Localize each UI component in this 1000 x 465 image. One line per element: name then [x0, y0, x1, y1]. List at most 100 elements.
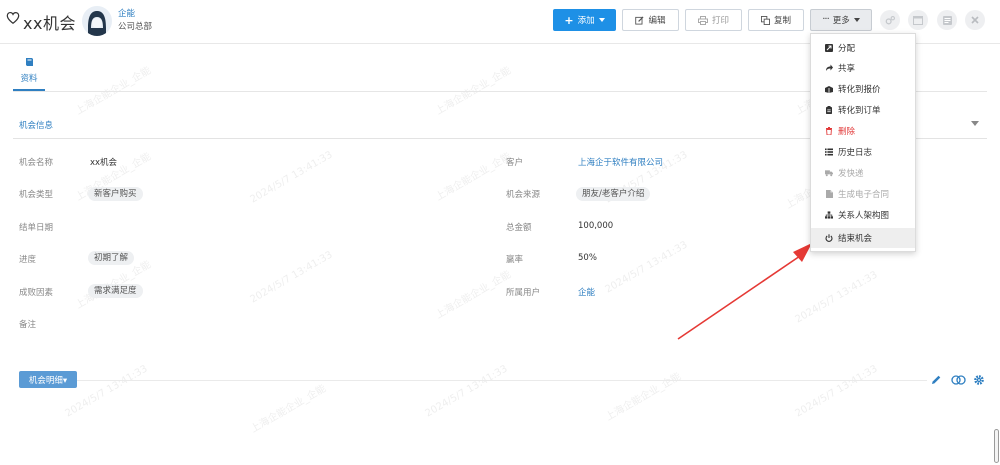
list-icon [825, 148, 833, 156]
watermark-text: 2024/5/7 13:41:33 [423, 363, 510, 420]
printer-icon [697, 15, 708, 25]
scrollbar-thumb[interactable] [994, 429, 999, 463]
field-label-customer: 客户 [506, 158, 524, 168]
field-value-name: xx机会 [90, 158, 118, 168]
menu-item-share[interactable]: 共享 [811, 58, 915, 78]
watermark-text: 上海企能企业_企能 [603, 371, 684, 424]
details-toggle-button[interactable]: 机会明细▾ [19, 371, 77, 388]
add-button-label: 添加 [577, 16, 595, 26]
menu-item-label: 历史日志 [838, 148, 873, 158]
more-button[interactable]: ··· 更多 [810, 9, 872, 31]
watermark-text: 上海企能企业_企能 [433, 65, 514, 118]
user-avatar-icon [82, 6, 112, 36]
close-button[interactable] [965, 10, 985, 30]
cogs-icon [885, 15, 895, 24]
details-button-label: 机会明细▾ [28, 375, 68, 386]
pencil-icon[interactable] [930, 374, 942, 386]
ellipsis-icon: ··· [822, 14, 829, 25]
more-button-label: 更多 [832, 16, 850, 26]
book-icon [25, 58, 33, 66]
collapse-arrow-icon[interactable] [971, 121, 979, 126]
share-icon [825, 64, 833, 72]
plus-icon: + [564, 13, 574, 27]
field-label-stage: 进度 [19, 255, 37, 265]
assign-icon [825, 44, 833, 52]
field-tag-stage: 初期了解 [88, 251, 135, 265]
field-label-note: 备注 [19, 320, 37, 330]
window-button[interactable] [908, 10, 928, 30]
field-tag-type: 新客户购买 [88, 187, 143, 201]
section-title[interactable]: 机会信息 [19, 119, 53, 131]
close-icon [971, 16, 979, 24]
quote-icon [825, 85, 833, 93]
edit-button[interactable]: 编辑 [622, 9, 679, 31]
menu-item-label: 生成电子合同 [838, 190, 890, 200]
field-link-customer[interactable]: 上海企于软件有限公司 [578, 156, 663, 168]
notes-button[interactable] [937, 10, 957, 30]
trash-icon [825, 127, 833, 135]
field-label-reason: 成败因素 [19, 288, 54, 298]
watermark-text: 上海企能企业_企能 [73, 65, 154, 118]
menu-item-label: 共享 [838, 64, 856, 74]
field-label-source: 机会来源 [506, 190, 541, 200]
copy-icon [760, 15, 770, 25]
add-button[interactable]: + 添加 [553, 9, 616, 31]
menu-item-generate-contract[interactable]: 生成电子合同 [811, 184, 915, 204]
owner-name[interactable]: 企能 [118, 7, 135, 19]
owner-department: 公司总部 [118, 22, 153, 32]
toggle-icon[interactable] [951, 374, 966, 386]
file-icon [825, 190, 833, 198]
watermark-text: 2024/5/7 13:41:33 [248, 249, 335, 306]
avatar[interactable] [82, 6, 112, 36]
field-tag-reason: 需求满足度 [88, 284, 143, 298]
menu-item-assign[interactable]: 分配 [811, 38, 915, 58]
truck-icon [825, 169, 833, 177]
tab-profile[interactable]: 资料 [13, 57, 45, 91]
field-label-amount: 总金额 [506, 223, 532, 233]
menu-item-delete[interactable]: 删除 [811, 121, 915, 141]
menu-item-label: 发快递 [838, 169, 864, 179]
menu-item-convert-quote[interactable]: 转化到报价 [811, 79, 915, 99]
edit-icon [635, 15, 644, 25]
print-button[interactable]: 打印 [685, 9, 742, 31]
field-tag-source: 朋友/老客户介绍 [576, 187, 651, 201]
field-link-owner[interactable]: 企能 [578, 286, 595, 298]
menu-item-label: 结束机会 [838, 234, 873, 244]
field-label-owner: 所属用户 [506, 288, 541, 298]
watermark-text: 2024/5/7 13:41:33 [793, 269, 880, 326]
field-label-type: 机会类型 [19, 190, 54, 200]
workflow-button[interactable] [880, 10, 900, 30]
notes-icon [942, 15, 952, 25]
watermark-text: 2024/5/7 13:41:33 [793, 363, 880, 420]
page-title: xx机会 [23, 14, 76, 33]
caret-down-icon [853, 18, 860, 22]
heart-icon[interactable] [6, 10, 20, 26]
gear-icon[interactable] [973, 374, 985, 386]
tab-profile-label: 资料 [20, 74, 38, 84]
copy-button-label: 复制 [773, 16, 791, 26]
more-dropdown-menu: 分配 共享 转化到报价 转化到订单 删除 历史日志 发快递 生成电子合同 关系人… [810, 33, 916, 252]
menu-item-convert-order[interactable]: 转化到订单 [811, 100, 915, 120]
menu-item-send-express[interactable]: 发快递 [811, 163, 915, 183]
watermark-text: 上海企能企业_企能 [433, 151, 514, 204]
menu-item-org-chart[interactable]: 关系人架构图 [811, 205, 915, 225]
details-divider [77, 380, 927, 381]
field-value-amount: 100,000 [578, 221, 614, 231]
field-label-close-date: 结单日期 [19, 223, 54, 233]
watermark-text: 2024/5/7 13:41:33 [248, 149, 335, 206]
menu-item-label: 删除 [838, 127, 856, 137]
window-icon [913, 15, 923, 25]
copy-button[interactable]: 复制 [748, 9, 804, 31]
caret-down-icon [598, 18, 605, 22]
menu-item-label: 分配 [838, 44, 856, 54]
watermark-text: 上海企能企业_企能 [433, 269, 514, 322]
field-label-name: 机会名称 [19, 158, 54, 168]
sitemap-icon [825, 211, 833, 219]
watermark-text: 上海企能企业_企能 [248, 383, 329, 436]
order-icon [825, 106, 833, 114]
menu-item-history-log[interactable]: 历史日志 [811, 142, 915, 162]
menu-item-close-opportunity[interactable]: 结束机会 [811, 228, 915, 248]
power-icon [825, 234, 833, 242]
menu-item-label: 关系人架构图 [838, 211, 890, 221]
field-label-win-rate: 赢率 [506, 255, 524, 265]
